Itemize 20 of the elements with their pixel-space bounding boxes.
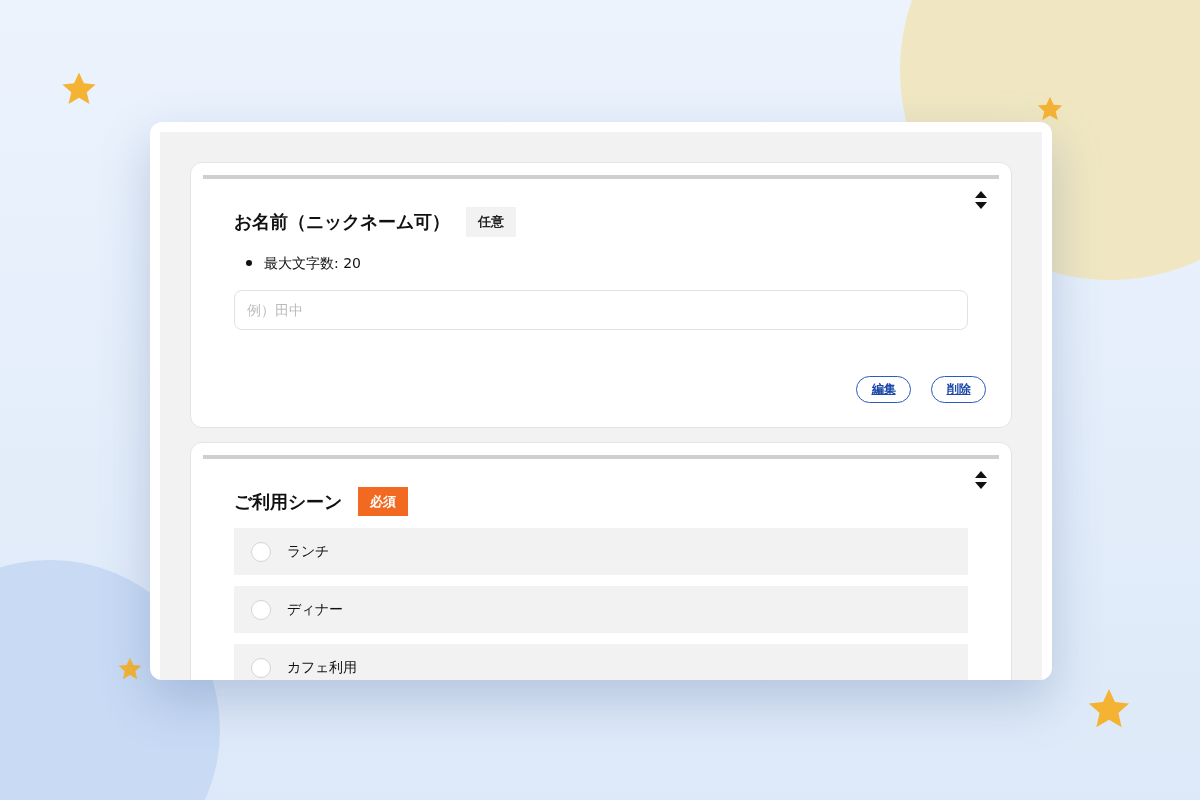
option-label: ディナー [287,600,343,619]
radio-option[interactable]: カフェ利用 [234,644,968,680]
sort-icon[interactable] [975,470,987,489]
radio-option[interactable]: ランチ [234,528,968,575]
star-icon [1036,95,1064,123]
radio-button[interactable] [251,657,271,678]
optional-badge: 任意 [466,207,516,237]
star-icon [117,656,143,682]
question-title: ご利用シーン [234,489,342,514]
rule-text: 最大文字数: 20 [264,253,361,273]
required-badge: 必須 [358,486,408,516]
question-title: お名前（ニックネーム可） [234,210,450,235]
radio-button[interactable] [251,599,271,620]
bullet-icon [246,260,252,266]
radio-option[interactable]: ディナー [234,586,968,633]
option-label: カフェ利用 [287,658,357,677]
option-label: ランチ [287,542,329,561]
text-field[interactable]: 例）田中 [234,289,968,330]
radio-button[interactable] [251,541,271,562]
sort-icon[interactable] [975,191,987,209]
